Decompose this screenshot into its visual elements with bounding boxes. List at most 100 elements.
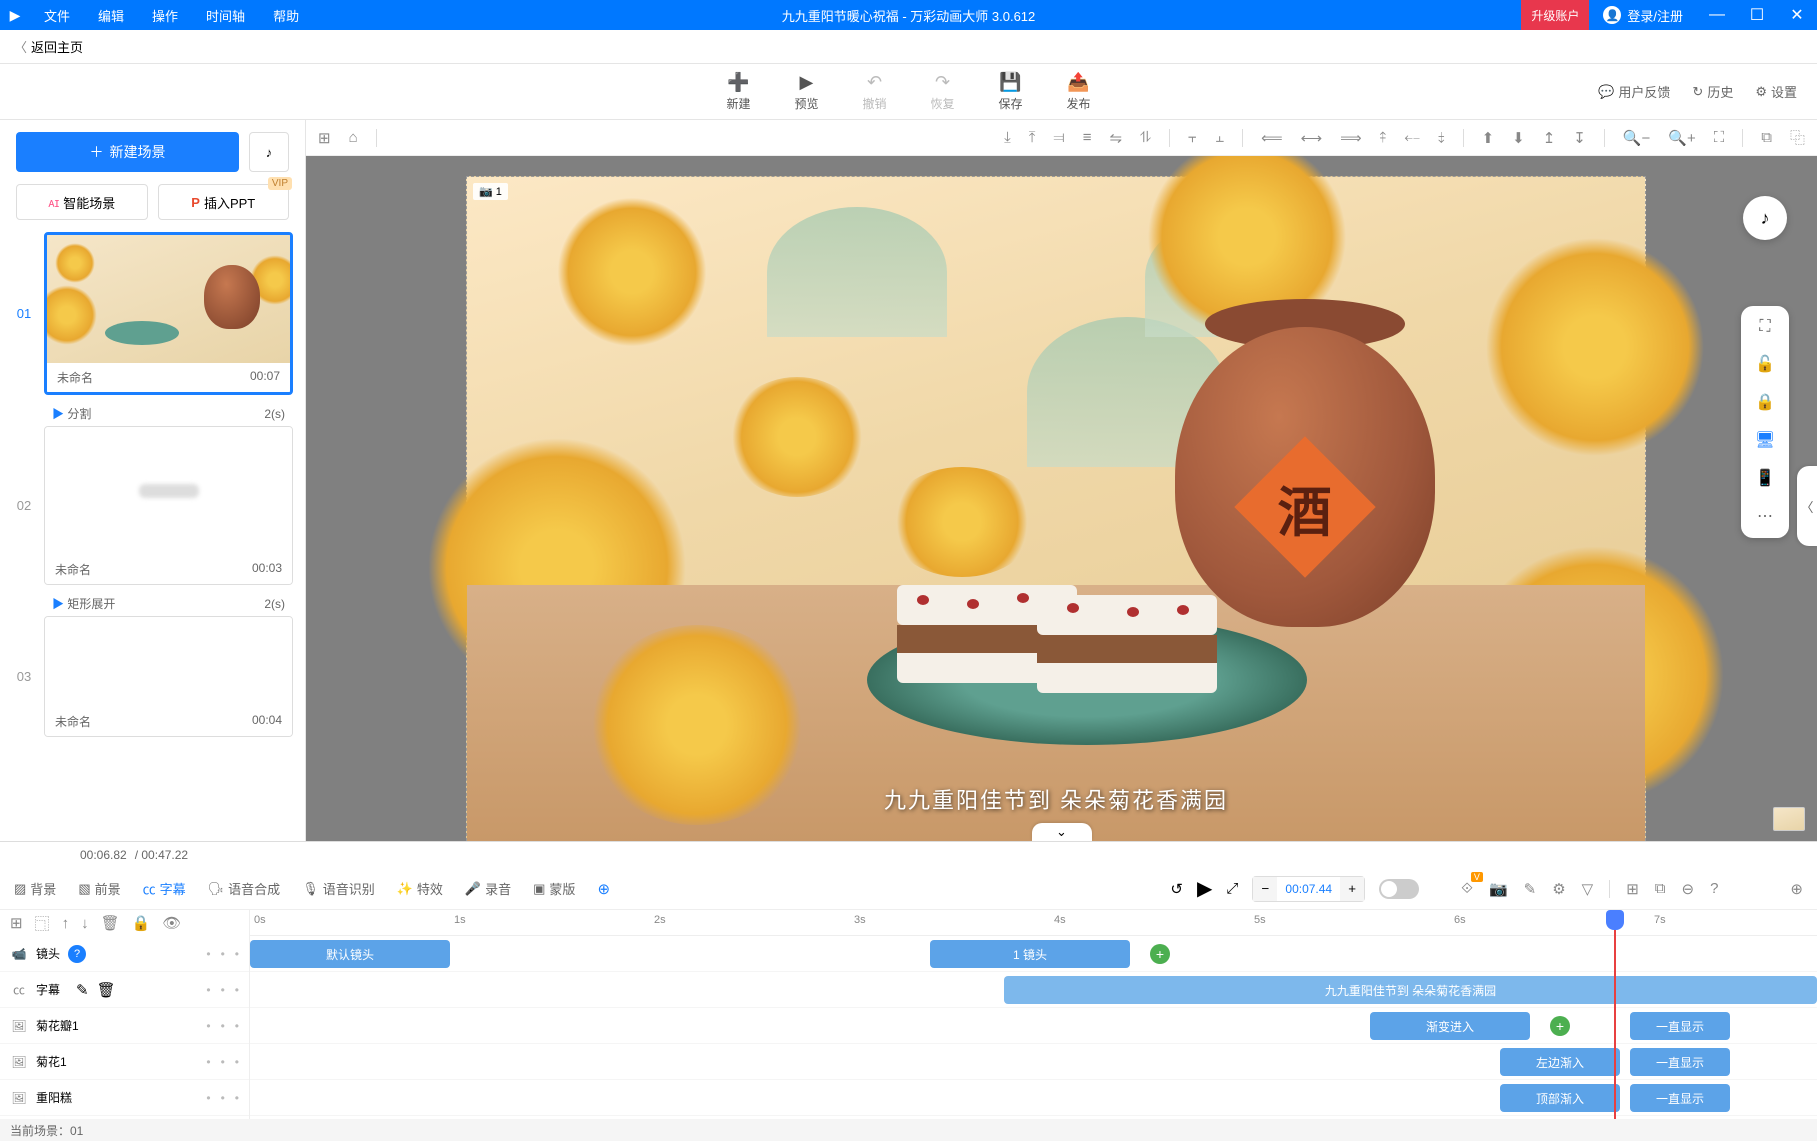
home-icon[interactable]: ⌂ (349, 129, 358, 146)
camera-tool-icon[interactable]: 📷 (1489, 880, 1508, 898)
menu-action[interactable]: 操作 (138, 6, 192, 25)
clip-camera-1[interactable]: 1 镜头 (930, 940, 1130, 968)
timeline-ruler[interactable]: 0s 1s 2s 3s 4s 5s 6s 7s (250, 910, 1817, 936)
track-lane-subtitle[interactable]: 九九重阳佳节到 朵朵菊花香满园 (250, 972, 1817, 1008)
play-icon[interactable]: ▶ (1197, 876, 1212, 901)
lock-icon[interactable]: 🔒 (1755, 392, 1775, 412)
insert-ppt-button[interactable]: P插入PPTVIP (158, 184, 290, 220)
tab-foreground[interactable]: ▧前景 (78, 879, 120, 898)
upgrade-button[interactable]: 升级账户 (1521, 0, 1589, 30)
preview-button[interactable]: ▶预览 (794, 72, 818, 112)
keyframe-icon[interactable]: ⟐ (1461, 880, 1473, 897)
paste-icon[interactable]: ⿻ (1790, 127, 1805, 148)
more-circle-icon[interactable]: ⊕ (597, 880, 610, 898)
menu-file[interactable]: 文件 (30, 6, 84, 25)
back-home-link[interactable]: 返回主页 (31, 37, 83, 56)
float-music-button[interactable]: ♪ (1743, 196, 1787, 240)
login-button[interactable]: 👤 登录/注册 (1589, 6, 1697, 25)
close-button[interactable]: ✕ (1777, 5, 1817, 25)
forward-icon[interactable]: ↥ (1543, 129, 1556, 147)
publish-button[interactable]: 📤发布 (1067, 72, 1091, 112)
zoom-timeline-out[interactable]: ⊖ (1682, 880, 1695, 898)
maximize-button[interactable]: ☐ (1737, 5, 1777, 25)
align-center-icon[interactable]: ⟷ (1301, 129, 1323, 147)
add-clip-button[interactable]: + (1550, 1016, 1570, 1036)
undo-button[interactable]: ↶撤销 (862, 72, 886, 112)
align-bottom2-icon[interactable]: ⤈ (1438, 129, 1445, 146)
tab-fx[interactable]: ✨特效 (397, 879, 443, 898)
scene-card[interactable]: 未命名00:07 (44, 232, 293, 395)
chevron-left-icon[interactable]: 〈 (14, 37, 27, 56)
new-folder-icon[interactable]: ⿹ (35, 913, 50, 934)
flip-v-icon[interactable]: ⥮ (1140, 129, 1151, 146)
expand-icon[interactable]: ⤢ (1226, 880, 1238, 897)
eye-icon[interactable]: 👁 (162, 914, 181, 932)
scene-transition[interactable]: ▶ 矩形展开2(s) (12, 591, 293, 616)
feedback-link[interactable]: 💬用户反馈 (1598, 82, 1670, 101)
tab-subtitle[interactable]: ㏄字幕 (143, 879, 186, 898)
edit-icon[interactable]: ✎ (1524, 880, 1537, 898)
redo-button[interactable]: ↷恢复 (931, 72, 955, 112)
scene-transition[interactable]: ▶ 分割2(s) (12, 401, 293, 426)
track-lane-camera[interactable]: 默认镜头 1 镜头 + (250, 936, 1817, 972)
side-panel-toggle[interactable]: 〈 (1797, 466, 1817, 546)
minimize-button[interactable]: — (1697, 6, 1737, 24)
desktop-icon[interactable]: 🖥 (1755, 430, 1775, 450)
menu-edit[interactable]: 编辑 (84, 6, 138, 25)
track-layer[interactable]: 🖼菊花瓣1••• (0, 1008, 249, 1044)
settings2-icon[interactable]: ⚙ (1552, 880, 1565, 898)
fullscreen-icon[interactable]: ⛶ (1759, 318, 1770, 336)
menu-help[interactable]: 帮助 (259, 6, 313, 25)
tab-tts[interactable]: 🗣语音合成 (208, 879, 281, 898)
add-end-icon[interactable]: ⊕ (1790, 880, 1803, 898)
align-top2-icon[interactable]: ⤉ (1380, 129, 1387, 146)
move-up-icon[interactable]: ↑ (62, 915, 70, 932)
canvas-area[interactable]: 📷 1 (306, 156, 1817, 841)
toggle-switch[interactable] (1379, 879, 1419, 899)
align-bottom-icon[interactable]: ⤓ (1004, 129, 1011, 146)
sub-edit-icon[interactable]: ✎ (76, 981, 89, 999)
menu-timeline[interactable]: 时间轴 (192, 6, 259, 25)
track-layer[interactable]: 🖼重阳糕••• (0, 1080, 249, 1116)
collapse-handle[interactable]: ⌄ (1032, 823, 1092, 841)
track-lane-layer[interactable]: 左边渐入 一直显示 (250, 1044, 1817, 1080)
tab-background[interactable]: ▨背景 (14, 879, 56, 898)
add-folder-icon[interactable]: ⊞ (10, 914, 23, 932)
flip-h-icon[interactable]: ⇋ (1109, 129, 1122, 147)
fit-icon[interactable]: ⛶ (1714, 129, 1725, 146)
bring-front-icon[interactable]: ⬆ (1482, 129, 1495, 147)
track-lane-layer[interactable]: 顶部渐入 一直显示 (250, 1080, 1817, 1116)
clip-left-in[interactable]: 左边渐入 (1500, 1048, 1620, 1076)
clip-always[interactable]: 一直显示 (1630, 1084, 1730, 1112)
align-right-icon[interactable]: ⟹ (1340, 129, 1362, 147)
music-button[interactable]: ♪ (249, 132, 289, 172)
distribute-h-icon[interactable]: ⫟ (1188, 129, 1197, 146)
mini-thumbnail[interactable] (1773, 807, 1805, 831)
align-top-icon[interactable]: ⤒ (1029, 129, 1036, 146)
clip-default-camera[interactable]: 默认镜头 (250, 940, 450, 968)
tab-mask[interactable]: ▣蒙版 (533, 879, 575, 898)
new-scene-button[interactable]: ＋新建场景 (16, 132, 239, 172)
lock2-icon[interactable]: 🔒 (132, 914, 151, 932)
history-link[interactable]: ↻历史 (1692, 82, 1733, 101)
smart-scene-button[interactable]: ᴀɪ智能场景 (16, 184, 148, 220)
copy-icon[interactable]: ⧉ (1761, 129, 1772, 146)
save-button[interactable]: 💾保存 (999, 72, 1023, 112)
zoom-out-icon[interactable]: 🔍− (1623, 129, 1650, 147)
align-vcenter-icon[interactable]: ⫤ (1053, 129, 1064, 146)
track-panel-icon[interactable]: ⧉ (1655, 880, 1666, 897)
track-subtitle[interactable]: ㏄字幕✎🗑••• (0, 972, 249, 1008)
distribute-v-icon[interactable]: ⫠ (1215, 129, 1224, 146)
mobile-icon[interactable]: 📱 (1755, 468, 1775, 488)
zoom-in-icon[interactable]: 🔍+ (1668, 129, 1695, 147)
time-minus[interactable]: − (1253, 877, 1277, 901)
scene-card[interactable]: 未命名00:03 (44, 426, 293, 585)
tab-record[interactable]: 🎤录音 (465, 879, 511, 898)
unlock-icon[interactable]: 🔓 (1755, 354, 1775, 374)
track-lane-layer[interactable]: 渐变进入 + 一直显示 (250, 1008, 1817, 1044)
new-button[interactable]: ➕新建 (726, 72, 750, 112)
playhead[interactable] (1614, 910, 1616, 1119)
help-badge[interactable]: ? (68, 945, 86, 963)
move-down-icon[interactable]: ↓ (81, 915, 89, 932)
scene-card[interactable]: 未命名00:04 (44, 616, 293, 737)
